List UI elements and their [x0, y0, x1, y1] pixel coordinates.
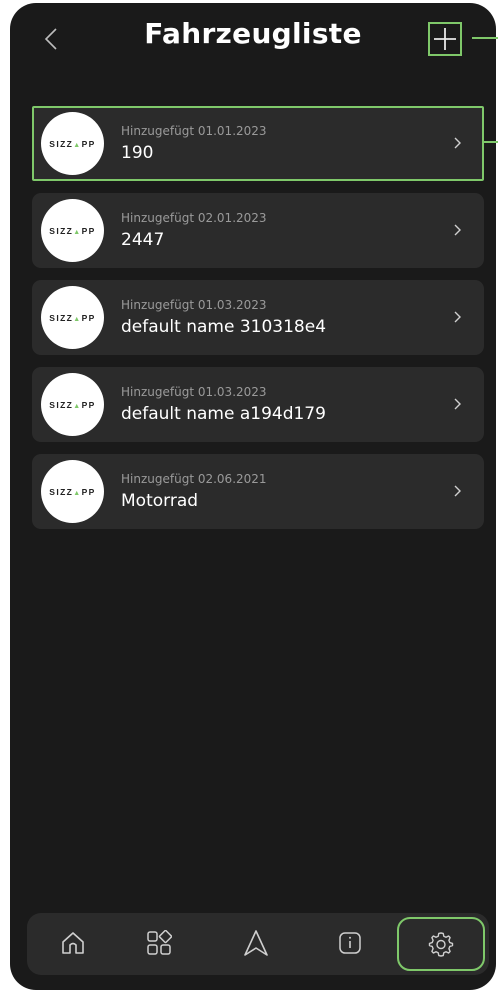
vehicle-avatar: SIZZ▲PP	[41, 112, 104, 175]
sizzapp-logo: SIZZ▲PP	[49, 138, 96, 149]
sizzapp-logo: SIZZ▲PP	[49, 225, 96, 236]
chevron-right-icon	[454, 137, 461, 149]
vehicle-added-date: Hinzugefügt 02.06.2021	[121, 472, 267, 486]
vehicle-name: 2447	[121, 230, 165, 250]
info-icon	[339, 932, 361, 954]
tab-info[interactable]	[330, 923, 370, 963]
add-vehicle-button[interactable]	[428, 22, 462, 56]
home-icon	[62, 932, 84, 954]
chevron-right-icon	[454, 311, 461, 323]
vehicle-item[interactable]: SIZZ▲PP Hinzugefügt 02.06.2021 Motorrad	[32, 454, 484, 529]
vehicle-added-date: Hinzugefügt 01.01.2023	[121, 124, 267, 138]
vehicle-name: 190	[121, 143, 154, 163]
page-title: Fahrzeugliste	[144, 17, 362, 50]
vehicle-name: default name a194d179	[121, 404, 326, 424]
vehicle-added-date: Hinzugefügt 01.03.2023	[121, 385, 267, 399]
vehicle-list: SIZZ▲PP Hinzugefügt 01.01.2023 190 SIZZ▲…	[32, 106, 484, 541]
tab-settings[interactable]	[397, 917, 485, 971]
chevron-right-icon	[454, 485, 461, 497]
vehicle-avatar: SIZZ▲PP	[41, 199, 104, 262]
vehicle-added-date: Hinzugefügt 01.03.2023	[121, 298, 267, 312]
sizzapp-logo: SIZZ▲PP	[49, 486, 96, 497]
vehicle-added-date: Hinzugefügt 02.01.2023	[121, 211, 267, 225]
tab-navigation[interactable]	[236, 923, 276, 963]
sizzapp-logo: SIZZ▲PP	[49, 312, 96, 323]
vehicle-item[interactable]: SIZZ▲PP Hinzugefügt 01.01.2023 190	[32, 106, 484, 181]
vehicle-item[interactable]: SIZZ▲PP Hinzugefügt 02.01.2023 2447	[32, 193, 484, 268]
vehicle-name: default name 310318e4	[121, 317, 327, 337]
settings-icon	[428, 932, 454, 957]
vehicle-avatar: SIZZ▲PP	[41, 286, 104, 349]
vehicle-item[interactable]: SIZZ▲PP Hinzugefügt 01.03.2023 default n…	[32, 367, 484, 442]
tab-home[interactable]	[53, 923, 93, 963]
vehicle-item[interactable]: SIZZ▲PP Hinzugefügt 01.03.2023 default n…	[32, 280, 484, 355]
annotation-line-item	[484, 141, 498, 143]
bottom-tab-bar	[27, 913, 489, 975]
annotation-line-add	[472, 37, 498, 39]
phone-screen: Fahrzeugliste SIZZ▲PP Hinzugefügt 01.01.…	[10, 3, 496, 990]
vehicle-avatar: SIZZ▲PP	[41, 460, 104, 523]
header: Fahrzeugliste	[10, 3, 496, 83]
navigation-icon	[244, 930, 268, 956]
sizzapp-logo: SIZZ▲PP	[49, 399, 96, 410]
vehicle-avatar: SIZZ▲PP	[41, 373, 104, 436]
tab-apps[interactable]	[139, 923, 179, 963]
vehicle-name: Motorrad	[121, 491, 199, 511]
chevron-right-icon	[454, 224, 461, 236]
plus-icon	[434, 28, 456, 50]
apps-icon	[147, 930, 172, 955]
chevron-right-icon	[454, 398, 461, 410]
